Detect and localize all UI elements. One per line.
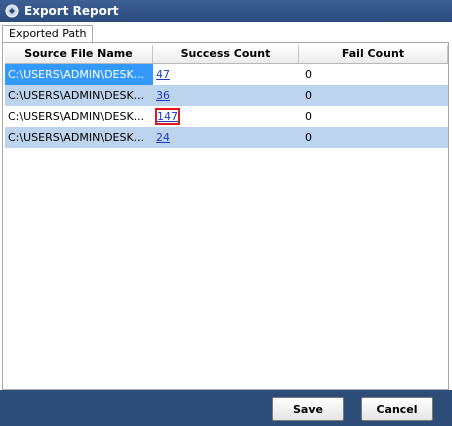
table-row[interactable]: C:\USERS\ADMIN\DESK... 36 0 (5, 85, 448, 106)
source-file-cell[interactable]: C:\USERS\ADMIN\DESK... (5, 106, 153, 127)
column-header-fail[interactable]: Fail Count (299, 45, 448, 63)
success-count-link[interactable]: 47 (156, 68, 170, 81)
report-table: Source File Name Success Count Fail Coun… (5, 45, 448, 148)
fail-count-cell: 0 (305, 131, 312, 144)
success-count-link[interactable]: 24 (156, 131, 170, 144)
tab-panel: Source File Name Success Count Fail Coun… (2, 42, 449, 390)
save-button[interactable]: Save (272, 397, 344, 421)
tab-exported-path[interactable]: Exported Path (2, 25, 94, 42)
fail-count-cell: 0 (305, 89, 312, 102)
table-row[interactable]: C:\USERS\ADMIN\DESK... 147 0 (5, 106, 448, 127)
source-file-cell[interactable]: C:\USERS\ADMIN\DESK... (5, 64, 153, 85)
button-bar: Save Cancel (0, 390, 452, 426)
export-report-window: Export Report Exported Path Source File … (0, 0, 452, 426)
tab-strip: Exported Path (0, 22, 452, 42)
column-header-source[interactable]: Source File Name (5, 45, 153, 63)
window-title: Export Report (24, 4, 119, 18)
success-count-link[interactable]: 36 (156, 89, 170, 102)
table-row[interactable]: C:\USERS\ADMIN\DESK... 24 0 (5, 127, 448, 148)
success-count-link-highlighted[interactable]: 147 (155, 108, 180, 125)
fail-count-cell: 0 (305, 110, 312, 123)
title-bar: Export Report (0, 0, 452, 22)
table-header: Source File Name Success Count Fail Coun… (5, 45, 448, 64)
source-file-cell[interactable]: C:\USERS\ADMIN\DESK... (5, 127, 153, 148)
cancel-button[interactable]: Cancel (361, 397, 433, 421)
table-row[interactable]: C:\USERS\ADMIN\DESK... 47 0 (5, 64, 448, 85)
success-count-cell: 36 (153, 85, 299, 106)
fail-count-cell: 0 (305, 68, 312, 81)
app-logo-icon (5, 4, 19, 18)
column-header-success[interactable]: Success Count (153, 45, 299, 63)
success-count-cell: 24 (153, 127, 299, 148)
source-file-cell[interactable]: C:\USERS\ADMIN\DESK... (5, 85, 153, 106)
success-count-cell: 147 (153, 106, 299, 127)
success-count-cell: 47 (153, 64, 299, 85)
